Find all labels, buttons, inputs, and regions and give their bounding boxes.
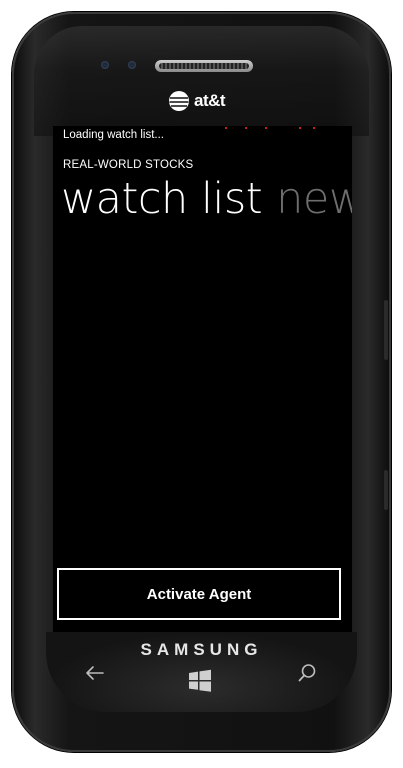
pivot-tab-news[interactable]: news [276, 174, 352, 224]
progress-dot [313, 127, 315, 129]
power-button [384, 470, 388, 510]
progress-dot [265, 127, 267, 129]
earpiece-speaker [155, 60, 253, 72]
carrier-name: at&t [194, 91, 226, 110]
loading-status-text: Loading watch list... [63, 129, 165, 141]
proximity-sensor [101, 61, 109, 69]
search-icon [298, 664, 316, 682]
carrier-logo: at&t [168, 88, 226, 114]
pivot-tab-watch-list[interactable]: watch list [61, 174, 263, 224]
pivot-header: watch list news [61, 174, 352, 224]
front-camera [128, 61, 136, 69]
windows-start-icon [189, 669, 211, 692]
activate-agent-button[interactable]: Activate Agent [57, 568, 341, 620]
app-title: REAL-WORLD STOCKS [63, 159, 194, 171]
volume-button [384, 300, 388, 360]
back-icon [86, 666, 104, 680]
brand-logo: SAMSUNG [140, 640, 263, 659]
progress-dot [299, 127, 301, 129]
progress-dot [245, 127, 247, 129]
progress-dot [225, 127, 227, 129]
top-bezel-highlight [34, 26, 369, 136]
search-key[interactable] [294, 660, 320, 686]
back-key[interactable] [82, 660, 108, 686]
start-key[interactable] [187, 668, 213, 694]
loading-progress-dots [213, 126, 323, 132]
att-globe-icon [169, 91, 189, 111]
phone-screen: Loading watch list... REAL-WORLD STOCKS … [53, 126, 352, 636]
